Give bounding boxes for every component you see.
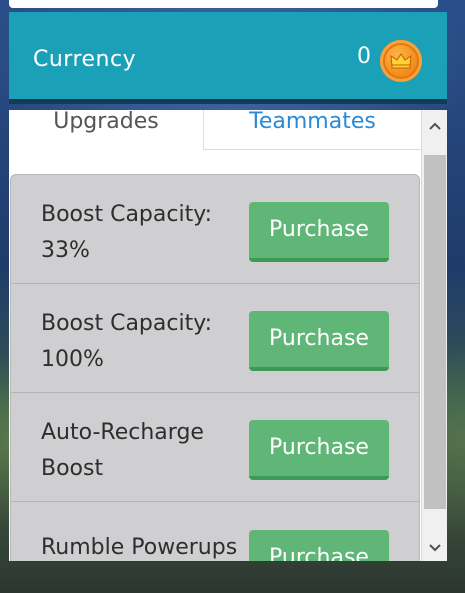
upgrade-title: Auto-Recharge Boost xyxy=(41,415,221,487)
purchase-button[interactable]: Purchase xyxy=(249,311,389,371)
currency-label: Currency xyxy=(33,47,137,72)
tab-bar: Upgrades Teammates xyxy=(9,110,421,150)
currency-bar: Currency 0 xyxy=(9,12,447,104)
scroll-up-arrow-icon[interactable] xyxy=(422,112,447,140)
currency-amount: 0 xyxy=(357,44,371,69)
purchase-button[interactable]: Purchase xyxy=(249,420,389,480)
upgrade-title-line1: Boost Capacity: xyxy=(41,202,213,227)
list-item: Rumble Powerups Purchase xyxy=(11,502,419,561)
upgrade-title-line2: 33% xyxy=(41,238,90,263)
list-item: Boost Capacity: 100% Purchase xyxy=(11,284,419,393)
scrollbar[interactable] xyxy=(421,110,447,561)
purchase-button[interactable]: Purchase xyxy=(249,202,389,262)
upgrade-title-line1: Auto-Recharge xyxy=(41,420,204,445)
list-item: Boost Capacity: 33% Purchase xyxy=(11,175,419,284)
scroll-down-arrow-icon[interactable] xyxy=(422,534,447,561)
scrollbar-thumb[interactable] xyxy=(424,155,446,509)
upgrade-title-line1: Rumble Powerups xyxy=(41,535,238,560)
purchase-button[interactable]: Purchase xyxy=(249,530,389,561)
list-item: Auto-Recharge Boost Purchase xyxy=(11,393,419,502)
upgrade-title: Boost Capacity: 100% xyxy=(41,306,221,378)
crown-coin-icon xyxy=(380,40,422,82)
top-input-field[interactable] xyxy=(9,0,438,8)
upgrade-title-line1: Boost Capacity: xyxy=(41,311,213,336)
upgrade-title: Boost Capacity: 33% xyxy=(41,197,221,269)
upgrade-title: Rumble Powerups xyxy=(41,530,251,561)
upgrade-title-line2: 100% xyxy=(41,347,104,372)
tab-teammates[interactable]: Teammates xyxy=(204,110,421,150)
upgrade-title-line2: Boost xyxy=(41,456,104,481)
shop-panel: Upgrades Teammates Boost Capacity: 33% P… xyxy=(9,110,447,561)
tab-upgrades[interactable]: Upgrades xyxy=(9,110,204,150)
upgrade-list: Boost Capacity: 33% Purchase Boost Capac… xyxy=(10,174,420,561)
